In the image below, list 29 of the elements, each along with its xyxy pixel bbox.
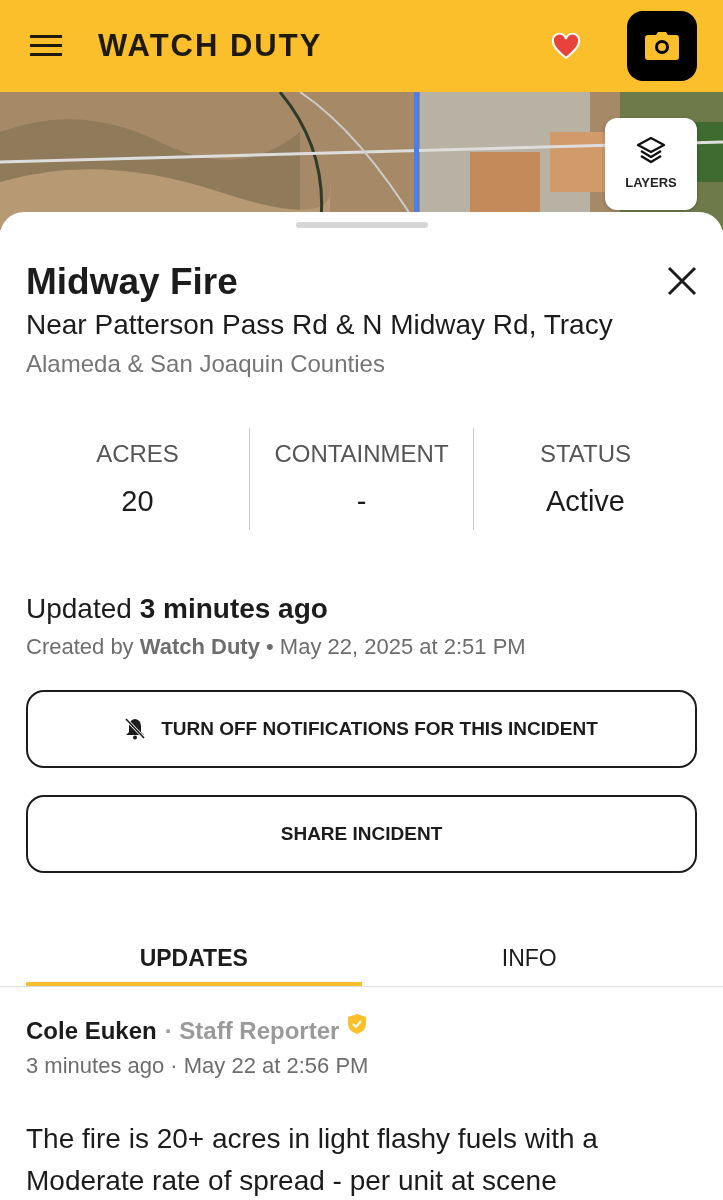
tab[interactable]: INFO bbox=[361, 933, 697, 986]
stat-value: 20 bbox=[121, 484, 154, 520]
tab[interactable]: UPDATES bbox=[26, 933, 362, 986]
layers-icon bbox=[636, 135, 666, 166]
updated-text: Updated 3 minutes ago bbox=[26, 592, 329, 627]
close-button[interactable] bbox=[667, 266, 697, 296]
stat-value: - bbox=[356, 484, 367, 520]
incident-location: Near Patterson Pass Rd & N Midway Rd, Tracy bbox=[26, 308, 613, 343]
stat-label: ACRES bbox=[96, 439, 179, 470]
camera-button[interactable] bbox=[627, 11, 697, 81]
incident-counties: Alameda & San Joaquin Counties bbox=[26, 349, 386, 380]
post-text: The fire is 20+ acres in light flashy fuels with a Moderate rate of spread - per unit at scene bbox=[26, 1121, 599, 1199]
camera-icon bbox=[645, 32, 679, 60]
stat-label: STATUS bbox=[539, 439, 632, 470]
app-title: WATCH DUTY bbox=[98, 26, 323, 65]
created-text: Created by Watch Duty • May 22, 2025 at 2:51 PM bbox=[26, 633, 527, 662]
incident-title: Midway Fire bbox=[26, 260, 239, 304]
incident-button[interactable]: SHARE INCIDENT bbox=[26, 795, 697, 874]
stat-label: CONTAINMENT bbox=[274, 439, 449, 470]
layers-button[interactable]: LAYERS bbox=[605, 118, 697, 210]
heart-icon[interactable] bbox=[551, 32, 581, 60]
incident-button[interactable]: TURN OFF NOTIFICATIONS FOR THIS INCIDENT bbox=[26, 690, 697, 769]
drag-handle[interactable] bbox=[295, 222, 428, 228]
stat-value: Active bbox=[546, 484, 625, 520]
author-role: · Staff Reporter bbox=[164, 1015, 340, 1046]
post-time: 3 minutes ago · May 22 at 2:56 PM bbox=[26, 1051, 370, 1080]
bell-off-icon bbox=[125, 718, 146, 741]
author-name: Cole Euken bbox=[26, 1015, 157, 1046]
menu-icon[interactable] bbox=[30, 35, 62, 57]
